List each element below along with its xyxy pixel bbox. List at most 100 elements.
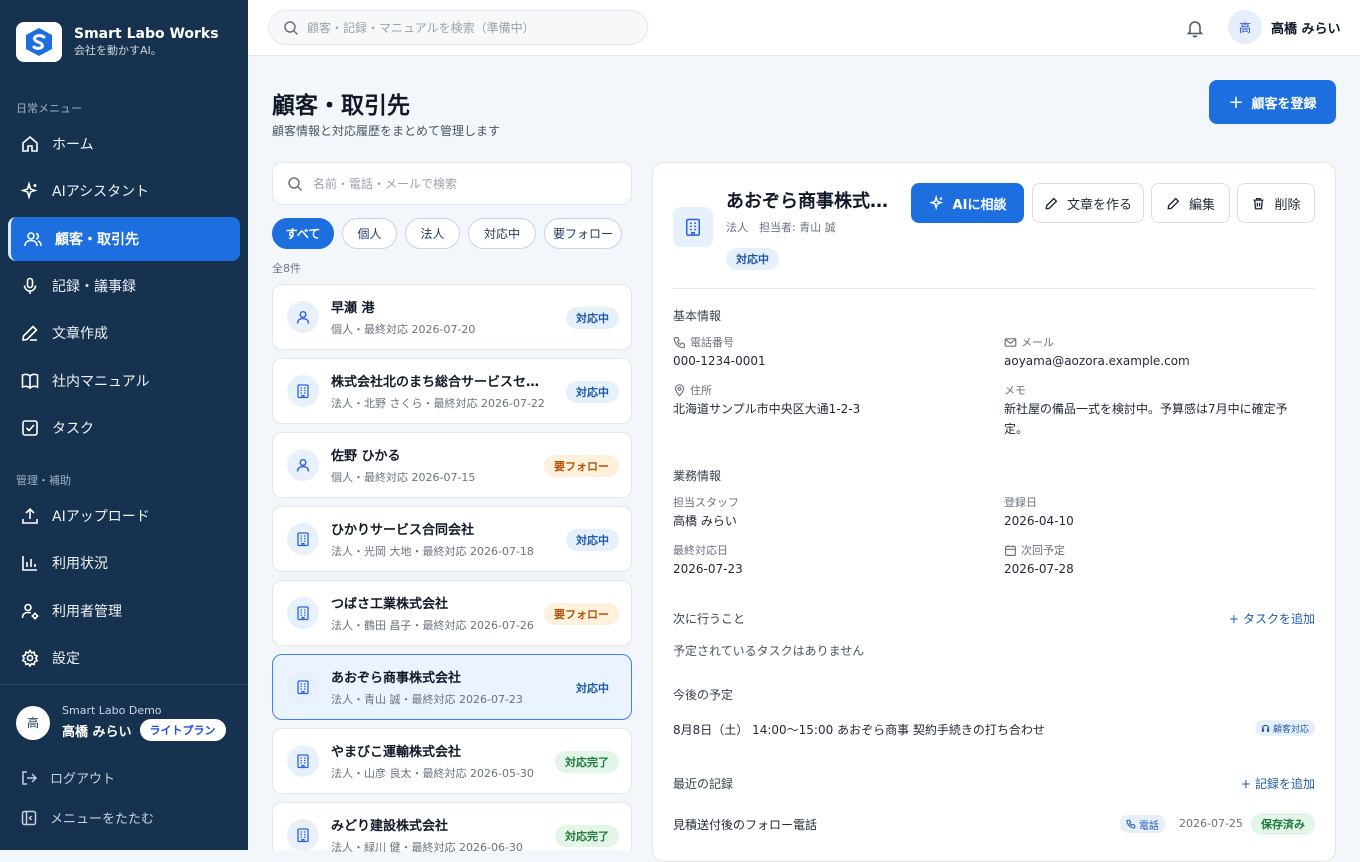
sidebar-user-card[interactable]: 高 Smart Labo Demo 高橋 みらい ライトプラン — [16, 704, 226, 741]
upload-icon — [20, 506, 40, 526]
filter-in-progress[interactable]: 対応中 — [468, 218, 536, 249]
plus-icon: + — [1228, 91, 1244, 113]
filter-corporate[interactable]: 法人 — [405, 218, 460, 249]
logout-icon — [20, 769, 38, 787]
phone-icon — [1126, 819, 1136, 829]
search-icon — [287, 176, 303, 192]
pen-icon — [20, 323, 40, 343]
filter-individual[interactable]: 個人 — [342, 218, 397, 249]
sparkle-icon — [20, 181, 40, 201]
collapse-menu-link[interactable]: メニューをたたむ — [20, 808, 154, 827]
sidebar-item-manual[interactable]: 社内マニュアル — [8, 359, 240, 403]
building-icon — [287, 819, 319, 851]
customer-meta: 法人・光岡 大地・最終対応 2026-07-18 — [331, 545, 534, 558]
status-badge: 対応中 — [566, 307, 619, 329]
location-pin-icon — [673, 383, 686, 397]
record-title[interactable]: 見積送付後のフォロー電話 — [673, 816, 817, 833]
status-badge: 対応完了 — [555, 825, 619, 847]
section-basic-info: 基本情報 — [673, 309, 722, 323]
person-icon — [287, 301, 319, 333]
building-icon — [287, 671, 319, 703]
schedule-item[interactable]: 8月8日（土） 14:00〜15:00 あおぞら商事 契約手続きの打ち合わせ — [673, 721, 1045, 738]
sidebar-item-label: 設定 — [52, 651, 80, 667]
customer-card[interactable]: つばさ工業株式会社 法人・鶴田 昌子・最終対応 2026-07-26 要フォロー — [272, 580, 632, 646]
sidebar-item-ai-assistant[interactable]: AIアシスタント — [8, 169, 240, 213]
customer-search-placeholder: 名前・電話・メールで検索 — [313, 177, 458, 191]
sidebar-item-settings[interactable]: 設定 — [8, 636, 240, 680]
section-schedule: 今後の予定 — [673, 688, 734, 702]
sidebar-divider — [0, 684, 248, 685]
customer-name: やまびこ運輸株式会社 — [331, 745, 462, 760]
ai-consult-button[interactable]: AIに相談 — [911, 183, 1024, 223]
customer-meta: 法人・鶴田 昌子・最終対応 2026-07-26 — [331, 619, 534, 632]
top-user-menu[interactable]: 高 高橋 みらい — [1228, 10, 1341, 44]
customer-search-input[interactable]: 名前・電話・メールで検索 — [272, 162, 632, 205]
sidebar-item-tasks[interactable]: タスク — [8, 406, 240, 450]
customer-card[interactable]: みどり建設株式会社 法人・緑川 健・最終対応 2026-06-30 対応完了 — [272, 802, 632, 854]
sidebar-item-records[interactable]: 記録・議事録 — [8, 264, 240, 308]
write-document-button[interactable]: 文章を作る — [1032, 183, 1144, 223]
phone-label: 電話番号 — [673, 334, 734, 350]
sidebar-item-user-admin[interactable]: 利用者管理 — [8, 589, 240, 633]
sidebar-item-ai-upload[interactable]: AIアップロード — [8, 494, 240, 538]
collapse-icon — [20, 809, 38, 827]
add-record-link[interactable]: + 記録を追加 — [1241, 775, 1315, 792]
checkbox-icon — [20, 418, 40, 438]
add-task-link[interactable]: + タスクを追加 — [1229, 610, 1315, 627]
staff-label: 担当スタッフ — [673, 496, 739, 509]
filter-all[interactable]: すべて — [272, 218, 334, 249]
record-status-badge: 保存済み — [1251, 813, 1315, 835]
logout-link[interactable]: ログアウト — [20, 768, 115, 787]
collapse-label: メニューをたたむ — [50, 812, 155, 827]
register-customer-button[interactable]: + 顧客を登録 — [1209, 80, 1336, 124]
section-next-actions: 次に行うこと — [673, 612, 746, 626]
customer-card[interactable]: 早瀬 港 個人・最終対応 2026-07-20 対応中 — [272, 284, 632, 350]
email-label: メール — [1004, 334, 1054, 350]
customer-meta: 個人・最終対応 2026-07-20 — [331, 323, 476, 336]
customer-card[interactable]: あおぞら商事株式会社 法人・青山 誠・最終対応 2026-07-23 対応中 — [272, 654, 632, 720]
global-search-input[interactable]: 顧客・記録・マニュアルを検索（準備中） — [268, 10, 648, 45]
filter-follow-up[interactable]: 要フォロー — [544, 218, 622, 249]
sidebar: Smart Labo Works 会社を動かすAI。 日常メニュー ホーム AI… — [0, 0, 248, 850]
bar-chart-icon — [20, 553, 40, 573]
app-logo-icon — [16, 22, 62, 62]
customer-card[interactable]: やまびこ運輸株式会社 法人・山彦 良太・最終対応 2026-05-30 対応完了 — [272, 728, 632, 794]
sidebar-item-usage[interactable]: 利用状況 — [8, 541, 240, 585]
search-icon — [283, 20, 299, 36]
next-schedule-label: 次回予定 — [1004, 542, 1065, 558]
plus-icon: + — [1240, 776, 1251, 791]
email-value: aoyama@aozora.example.com — [1004, 354, 1190, 368]
email-label-text: メール — [1021, 336, 1054, 349]
divider — [673, 288, 1315, 289]
filter-chips: すべて 個人 法人 対応中 要フォロー — [272, 218, 630, 249]
phone-label-text: 電話番号 — [690, 336, 734, 349]
sidebar-item-label: タスク — [52, 421, 94, 437]
customer-detail-panel: あおぞら商事株式会社 法人 担当者: 青山 誠 対応中 AIに相談 文章を作る … — [652, 162, 1336, 862]
sidebar-item-customers[interactable]: 顧客・取引先 — [8, 217, 240, 261]
customer-card[interactable]: 株式会社北のまち総合サービスセンター 法人・北野 さくら・最終対応 2026-0… — [272, 358, 632, 424]
address-value: 北海道サンプル市中央区大通1-2-3 — [673, 402, 861, 416]
global-search-placeholder: 顧客・記録・マニュアルを検索（準備中） — [307, 21, 535, 35]
building-icon — [287, 375, 319, 407]
record-date: 2026-07-25 — [1179, 817, 1243, 830]
app-name: Smart Labo Works — [74, 26, 219, 42]
last-contact-value: 2026-07-23 — [673, 562, 743, 576]
sidebar-item-home[interactable]: ホーム — [8, 122, 240, 166]
customer-name: ひかりサービス合同会社 — [331, 523, 475, 538]
sidebar-item-label: 顧客・取引先 — [55, 232, 139, 248]
customer-name: 佐野 ひかる — [331, 449, 401, 464]
edit-button[interactable]: 編集 — [1151, 183, 1230, 223]
sidebar-item-writing[interactable]: 文章作成 — [8, 311, 240, 355]
last-contact-label: 最終対応日 — [673, 544, 728, 557]
bell-icon[interactable] — [1185, 18, 1205, 38]
nav-section-admin: 管理・補助 — [16, 474, 71, 487]
ai-consult-label: AIに相談 — [952, 197, 1007, 213]
phone-value: 000-1234-0001 — [673, 354, 766, 368]
register-customer-label: 顧客を登録 — [1251, 96, 1317, 112]
customer-card[interactable]: ひかりサービス合同会社 法人・光岡 大地・最終対応 2026-07-18 対応中 — [272, 506, 632, 572]
delete-button[interactable]: 削除 — [1237, 183, 1315, 223]
brand[interactable]: Smart Labo Works 会社を動かすAI。 — [16, 22, 219, 62]
customer-card[interactable]: 佐野 ひかる 個人・最終対応 2026-07-15 要フォロー — [272, 432, 632, 498]
building-icon — [287, 745, 319, 777]
write-document-label: 文章を作る — [1066, 197, 1132, 213]
